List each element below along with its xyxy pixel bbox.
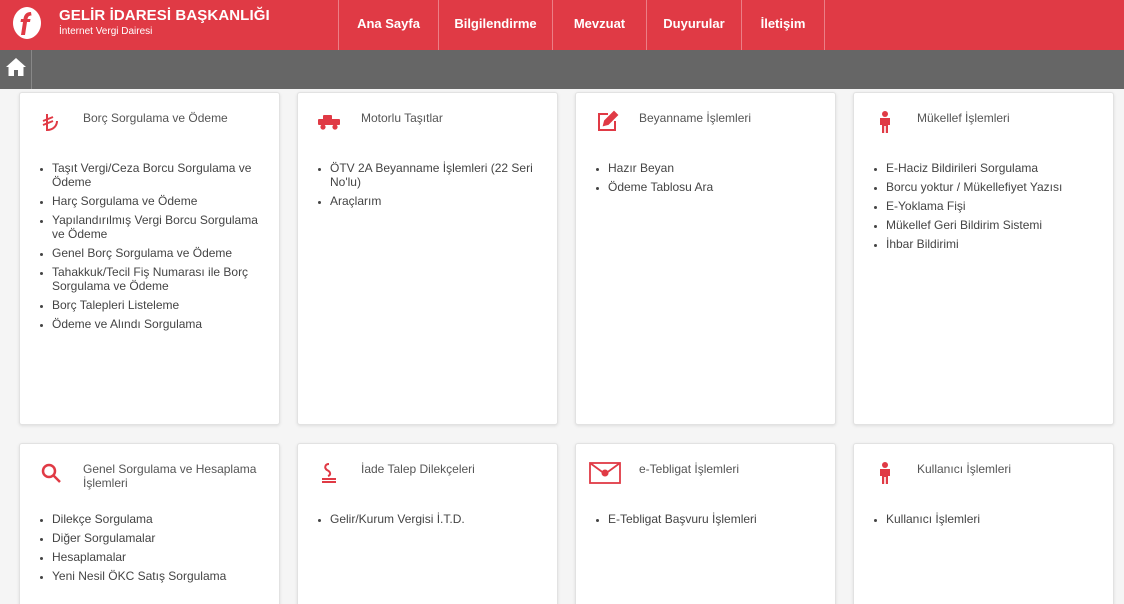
- list-item[interactable]: Yapılandırılmış Vergi Borcu Sorgulama ve…: [52, 213, 267, 241]
- card-link-list: E-Tebligat Başvuru İşlemleri: [608, 512, 823, 531]
- gib-logo-icon[interactable]: [10, 5, 44, 41]
- card-link-list: Kullanıcı İşlemleri: [886, 512, 1101, 531]
- list-item[interactable]: Genel Borç Sorgulama ve Ödeme: [52, 246, 267, 260]
- brand-title[interactable]: GELİR İDARESİ BAŞKANLIĞI: [59, 7, 270, 24]
- card-link-list: E-Haciz Bildirileri Sorgulama Borcu yokt…: [886, 161, 1101, 256]
- list-item[interactable]: Hesaplamalar: [52, 550, 267, 564]
- card-mukellef-islemleri: Mükellef İşlemleri E-Haciz Bildirileri S…: [853, 92, 1114, 425]
- refund-icon: [316, 460, 342, 486]
- top-header: GELİR İDARESİ BAŞKANLIĞI İnternet Vergi …: [0, 0, 1124, 50]
- list-item[interactable]: E-Tebligat Başvuru İşlemleri: [608, 512, 823, 526]
- card-link-list: Gelir/Kurum Vergisi İ.T.D.: [330, 512, 545, 531]
- list-item[interactable]: Mükellef Geri Bildirim Sistemi: [886, 218, 1101, 232]
- card-title[interactable]: Genel Sorgulama ve Hesaplama İşlemleri: [83, 462, 268, 490]
- brand-subtitle: İnternet Vergi Dairesi: [59, 26, 153, 37]
- list-item[interactable]: E-Yoklama Fişi: [886, 199, 1101, 213]
- list-item[interactable]: Dilekçe Sorgulama: [52, 512, 267, 526]
- card-link-list: Hazır Beyan Ödeme Tablosu Ara: [608, 161, 823, 199]
- list-item[interactable]: Kullanıcı İşlemleri: [886, 512, 1101, 526]
- card-title[interactable]: İade Talep Dilekçeleri: [361, 462, 546, 476]
- person-icon: [872, 109, 898, 135]
- list-item[interactable]: Yeni Nesil ÖKC Satış Sorgulama: [52, 569, 267, 583]
- nav-bilgilendirme[interactable]: Bilgilendirme: [438, 0, 552, 50]
- card-genel-sorgulama: Genel Sorgulama ve Hesaplama İşlemleri D…: [19, 443, 280, 604]
- nav-duyurular[interactable]: Duyurular: [646, 0, 741, 50]
- card-kullanici-islemleri: Kullanıcı İşlemleri Kullanıcı İşlemleri: [853, 443, 1114, 604]
- card-link-list: Taşıt Vergi/Ceza Borcu Sorgulama ve Ödem…: [52, 161, 267, 336]
- card-title[interactable]: e-Tebligat İşlemleri: [639, 462, 824, 476]
- nav-iletisim[interactable]: İletişim: [741, 0, 825, 50]
- card-title[interactable]: Kullanıcı İşlemleri: [917, 462, 1102, 476]
- home-icon: [5, 57, 27, 82]
- list-item[interactable]: E-Haciz Bildirileri Sorgulama: [886, 161, 1101, 175]
- list-item[interactable]: İhbar Bildirimi: [886, 237, 1101, 251]
- list-item[interactable]: Tahakkuk/Tecil Fiş Numarası ile Borç Sor…: [52, 265, 267, 293]
- breadcrumb-bar: [0, 50, 1124, 89]
- card-iade-talep: İade Talep Dilekçeleri Gelir/Kurum Vergi…: [297, 443, 558, 604]
- list-item[interactable]: Ödeme ve Alındı Sorgulama: [52, 317, 267, 331]
- list-item[interactable]: Borcu yoktur / Mükellefiyet Yazısı: [886, 180, 1101, 194]
- edit-icon: [594, 109, 620, 135]
- card-borc-sorgulama: Borç Sorgulama ve Ödeme Taşıt Vergi/Ceza…: [19, 92, 280, 425]
- car-icon: [316, 109, 342, 135]
- envelope-icon: [588, 460, 622, 486]
- nav-ana-sayfa[interactable]: Ana Sayfa: [338, 0, 438, 50]
- card-motorlu-tasitlar: Motorlu Taşıtlar ÖTV 2A Beyanname İşleml…: [297, 92, 558, 425]
- list-item[interactable]: Borç Talepleri Listeleme: [52, 298, 267, 312]
- card-link-list: Dilekçe Sorgulama Diğer Sorgulamalar Hes…: [52, 512, 267, 588]
- search-icon: [38, 460, 64, 486]
- card-link-list: ÖTV 2A Beyanname İşlemleri (22 Seri No'l…: [330, 161, 545, 213]
- main-nav: Ana Sayfa Bilgilendirme Mevzuat Duyurula…: [338, 0, 825, 50]
- list-item[interactable]: Diğer Sorgulamalar: [52, 531, 267, 545]
- nav-mevzuat[interactable]: Mevzuat: [552, 0, 646, 50]
- tl-icon: [38, 109, 64, 135]
- list-item[interactable]: Araçlarım: [330, 194, 545, 208]
- card-title[interactable]: Motorlu Taşıtlar: [361, 111, 546, 125]
- list-item[interactable]: ÖTV 2A Beyanname İşlemleri (22 Seri No'l…: [330, 161, 545, 189]
- list-item[interactable]: Hazır Beyan: [608, 161, 823, 175]
- card-title[interactable]: Mükellef İşlemleri: [917, 111, 1102, 125]
- card-title[interactable]: Beyanname İşlemleri: [639, 111, 824, 125]
- card-e-tebligat: e-Tebligat İşlemleri E-Tebligat Başvuru …: [575, 443, 836, 604]
- list-item[interactable]: Taşıt Vergi/Ceza Borcu Sorgulama ve Ödem…: [52, 161, 267, 189]
- list-item[interactable]: Harç Sorgulama ve Ödeme: [52, 194, 267, 208]
- person-icon: [872, 460, 898, 486]
- card-beyanname-islemleri: Beyanname İşlemleri Hazır Beyan Ödeme Ta…: [575, 92, 836, 425]
- list-item[interactable]: Gelir/Kurum Vergisi İ.T.D.: [330, 512, 545, 526]
- home-button[interactable]: [0, 50, 32, 89]
- card-title[interactable]: Borç Sorgulama ve Ödeme: [83, 111, 268, 125]
- list-item[interactable]: Ödeme Tablosu Ara: [608, 180, 823, 194]
